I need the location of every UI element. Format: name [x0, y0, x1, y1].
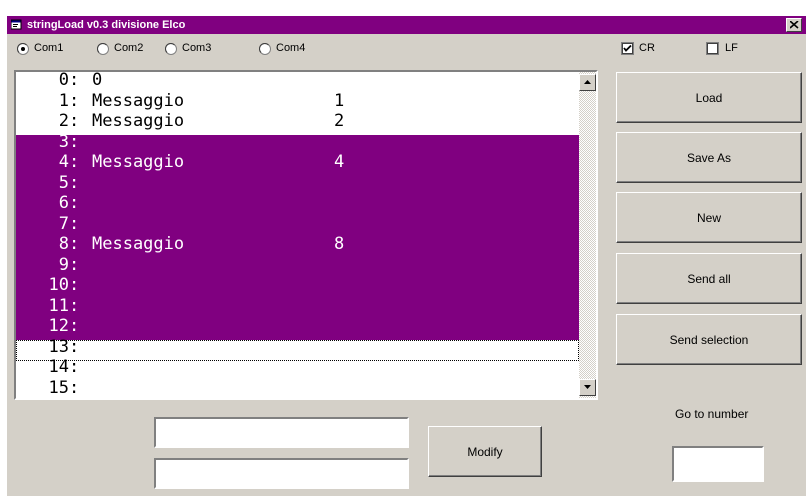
radio-com1[interactable] [17, 43, 29, 55]
row-number: 9 [58, 255, 69, 275]
row-separator: : [69, 275, 80, 295]
list-item[interactable]: 5: [16, 173, 579, 197]
row-number: 13 [48, 337, 69, 357]
row-separator: : [69, 255, 80, 275]
modify-button[interactable]: Modify [428, 426, 542, 477]
row-number: 11 [48, 296, 69, 316]
edit-field-1[interactable] [154, 417, 409, 448]
row-number: 10 [48, 275, 69, 295]
scroll-up-button[interactable] [579, 74, 596, 91]
close-icon [790, 21, 799, 29]
cr-label: CR [639, 42, 655, 54]
row-text: Messaggio [92, 152, 185, 172]
row-separator: : [69, 91, 80, 111]
new-button[interactable]: New [616, 192, 802, 243]
row-separator: : [69, 296, 80, 316]
row-separator: : [69, 193, 80, 213]
row-text: Messaggio [92, 234, 185, 254]
radio-com1-label: Com1 [34, 42, 64, 54]
list-item[interactable]: 9: [16, 255, 579, 279]
row-separator: : [69, 72, 80, 90]
row-separator: : [69, 234, 80, 254]
app-icon [11, 19, 22, 30]
row-separator: : [69, 173, 80, 193]
goto-number-input[interactable] [672, 446, 764, 482]
lf-label: LF [725, 42, 738, 54]
message-list[interactable]: 0:0 1: Messaggio 1 2: Messaggio 2 3:4: Messaggio… [14, 70, 598, 400]
row-text: Messaggio [92, 111, 185, 131]
row-value: 8 [334, 234, 345, 254]
row-number: 0 [58, 72, 69, 90]
row-number: 12 [48, 316, 69, 336]
row-separator: : [69, 378, 80, 398]
list-item[interactable]: 2: Messaggio 2 [16, 111, 579, 135]
row-separator: : [69, 316, 80, 336]
vertical-scrollbar[interactable] [579, 72, 596, 398]
load-button[interactable]: Load [616, 72, 802, 123]
row-number: 14 [48, 357, 69, 377]
radio-com4[interactable] [259, 43, 271, 55]
arrow-up-icon [584, 80, 591, 84]
send-all-button[interactable]: Send all [616, 253, 802, 304]
main-window: stringLoad v0.3 divisione Elco Com1 Com2 C… [7, 16, 806, 496]
row-value: 4 [334, 152, 345, 172]
radio-com3-label: Com3 [182, 42, 212, 54]
list-item[interactable]: 14: [16, 357, 579, 381]
row-separator: : [69, 152, 80, 172]
list-item[interactable]: 4: Messaggio 4 [16, 152, 579, 176]
arrow-down-icon [584, 385, 591, 389]
edit-field-2[interactable] [154, 458, 409, 489]
list-item[interactable]: 6: [16, 193, 579, 217]
row-text: 0 [92, 72, 103, 90]
scroll-down-button[interactable] [579, 379, 596, 396]
row-number: 8 [58, 234, 69, 254]
close-button[interactable] [786, 18, 802, 32]
row-number: 1 [58, 91, 69, 111]
list-item[interactable]: 8: Messaggio 8 [16, 234, 579, 258]
window-title: stringLoad v0.3 divisione Elco [27, 19, 186, 31]
goto-label: Go to number [675, 407, 749, 421]
row-number: 2 [58, 111, 69, 131]
list-item[interactable]: 15: [16, 378, 579, 398]
row-value: 1 [334, 91, 345, 111]
cr-checkbox[interactable] [621, 42, 634, 55]
row-separator: : [69, 337, 80, 357]
radio-com2-label: Com2 [114, 42, 144, 54]
radio-com2[interactable] [97, 43, 109, 55]
row-number: 5 [58, 173, 69, 193]
row-number: 7 [58, 214, 69, 234]
row-separator: : [69, 357, 80, 377]
row-value: 2 [334, 111, 345, 131]
radio-com3[interactable] [165, 43, 177, 55]
title-bar[interactable]: stringLoad v0.3 divisione Elco [7, 16, 806, 34]
row-separator: : [69, 111, 80, 131]
row-number: 6 [58, 193, 69, 213]
row-number: 15 [48, 378, 69, 398]
row-number: 3 [58, 132, 69, 152]
row-number: 4 [58, 152, 69, 172]
row-separator: : [69, 132, 80, 152]
send-selection-button[interactable]: Send selection [616, 314, 802, 365]
list-item[interactable]: 11: [16, 296, 579, 320]
lf-checkbox[interactable] [706, 42, 719, 55]
list-item[interactable]: 12: [16, 316, 579, 340]
list-item[interactable]: 13: [16, 337, 579, 361]
radio-com4-label: Com4 [276, 42, 306, 54]
list-item[interactable]: 10: [16, 275, 579, 299]
row-separator: : [69, 214, 80, 234]
row-text: Messaggio [92, 91, 185, 111]
save-as-button[interactable]: Save As [616, 132, 802, 183]
